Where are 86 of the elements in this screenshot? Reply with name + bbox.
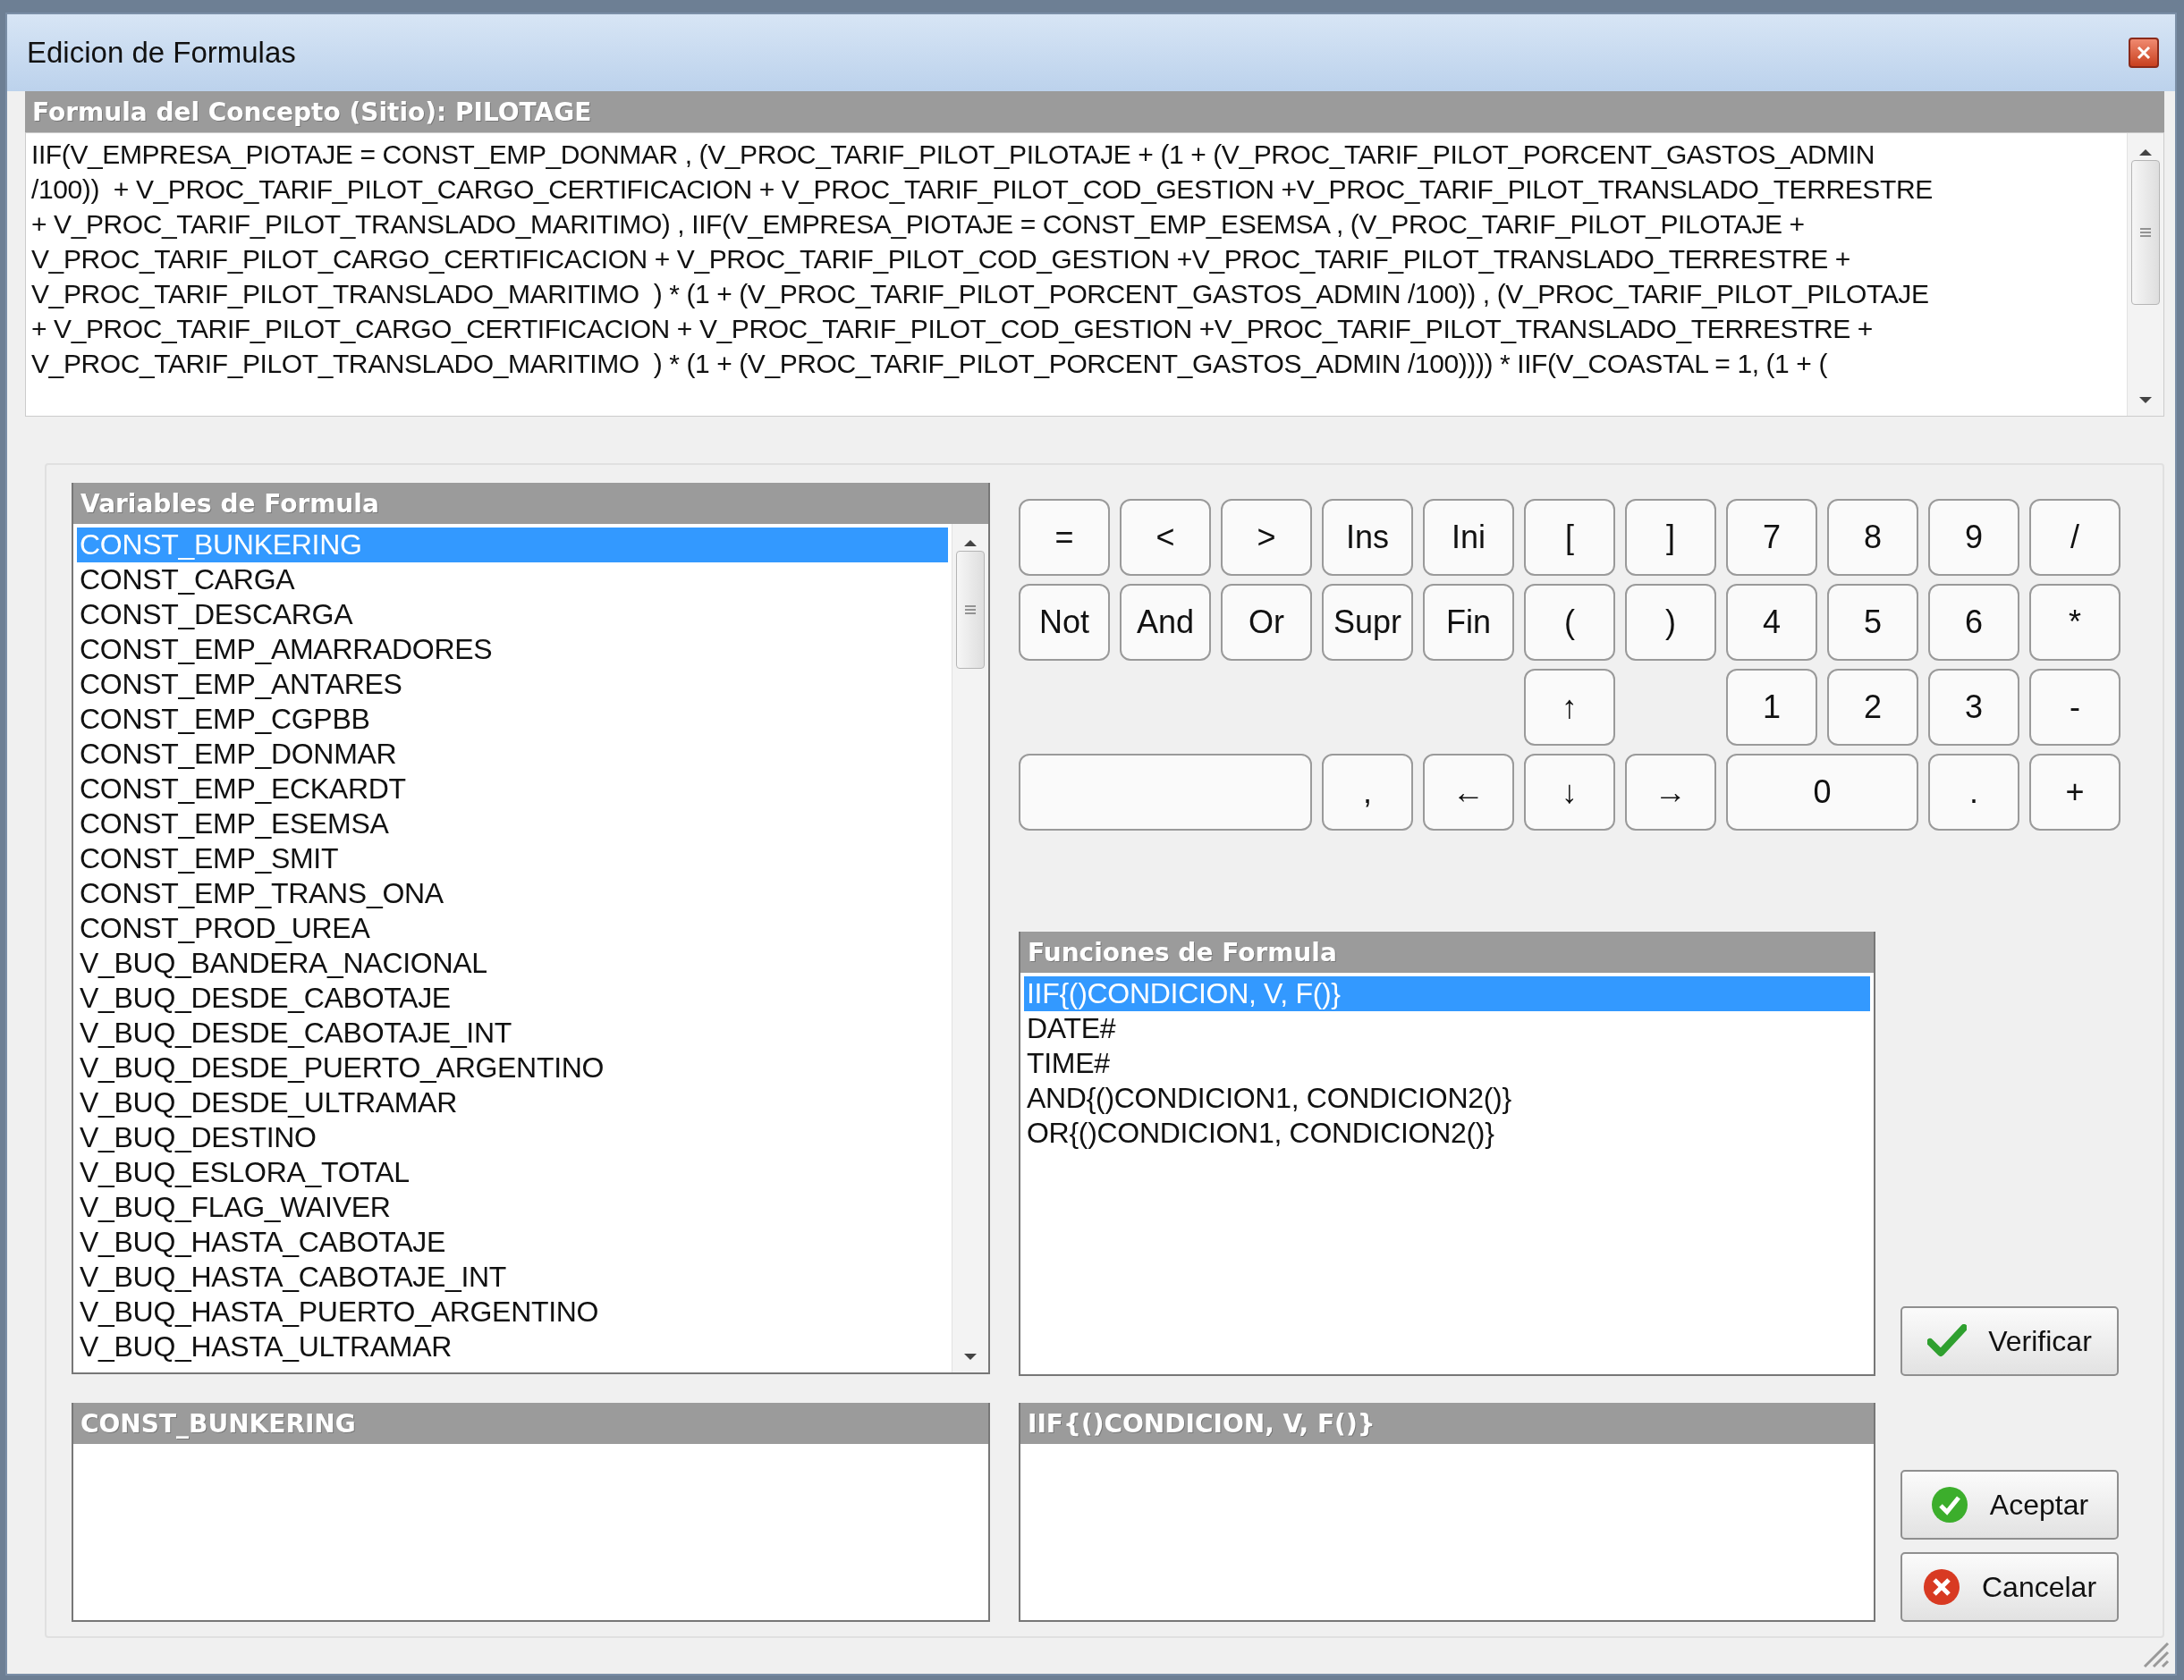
scrollbar-thumb[interactable] [2131,160,2160,305]
keypad-key[interactable]: 3 [1928,669,2019,746]
keypad-key[interactable]: Not [1019,584,1110,661]
check-icon [1927,1324,1968,1358]
function-item[interactable]: AND{()CONDICION1, CONDICION2()} [1024,1081,1870,1116]
keypad-key[interactable]: Or [1221,584,1312,661]
formula-editor[interactable] [25,132,2164,417]
variable-item[interactable]: CONST_EMP_TRANS_ONA [77,876,948,911]
keypad-key[interactable]: And [1120,584,1211,661]
variable-item[interactable]: V_BUQ_BANDERA_NACIONAL [77,946,948,981]
variable-item[interactable]: V_BUQ_HASTA_ULTRAMAR [77,1330,948,1364]
variable-item[interactable]: CONST_EMP_SMIT [77,841,948,876]
keypad-key[interactable]: Fin [1423,584,1514,661]
down-arrow-icon[interactable] [2138,396,2153,405]
close-icon [2136,45,2152,61]
keypad-key[interactable]: 7 [1726,499,1817,576]
keypad-key[interactable]: 0 [1726,754,1918,831]
up-arrow-icon[interactable] [963,538,978,547]
check-circle-icon [1930,1486,1968,1524]
keypad-key[interactable]: 9 [1928,499,2019,576]
keypad-key[interactable]: Ini [1423,499,1514,576]
variable-item[interactable]: CONST_EMP_AMARRADORES [77,632,948,667]
keypad-key[interactable]: ( [1524,584,1615,661]
blank-key[interactable] [1019,754,1312,831]
variable-item[interactable]: CONST_CARGA [77,562,948,597]
down-arrow-icon[interactable] [963,1353,978,1362]
keypad-key[interactable]: Ins [1322,499,1413,576]
functions-header: Funciones de Formula [1020,932,1874,973]
variable-item[interactable]: CONST_EMP_ANTARES [77,667,948,702]
cancel-circle-icon [1922,1568,1960,1606]
keypad-key[interactable]: + [2029,754,2121,831]
keypad-key[interactable]: [ [1524,499,1615,576]
variable-item[interactable]: V_BUQ_HASTA_PUERTO_ARGENTINO [77,1295,948,1330]
function-detail-header: IIF{()CONDICION, V, F()} [1020,1403,1874,1444]
keypad-key[interactable]: 1 [1726,669,1817,746]
variables-header: Variables de Formula [73,483,988,524]
keypad-key[interactable]: Supr [1322,584,1413,661]
variable-item[interactable]: V_BUQ_DESDE_CABOTAJE [77,981,948,1016]
function-item[interactable]: DATE# [1024,1011,1870,1046]
keypad-key[interactable]: * [2029,584,2121,661]
variable-item[interactable]: CONST_EMP_ESEMSA [77,806,948,841]
scrollbar-thumb[interactable] [956,551,985,669]
keypad-key[interactable]: ) [1625,584,1716,661]
keypad-key[interactable]: < [1120,499,1211,576]
variable-item[interactable]: CONST_EMP_DONMAR [77,737,948,772]
keypad-key[interactable]: 8 [1827,499,1918,576]
keypad-key[interactable]: > [1221,499,1312,576]
variable-item[interactable]: V_BUQ_DESDE_PUERTO_ARGENTINO [77,1051,948,1085]
cancel-button[interactable]: Cancelar [1900,1552,2119,1622]
variable-item[interactable]: CONST_EMP_CGPBB [77,702,948,737]
keypad-key[interactable]: , [1322,754,1413,831]
keypad-key[interactable]: / [2029,499,2121,576]
variable-item[interactable]: V_BUQ_DESDE_CABOTAJE_INT [77,1016,948,1051]
close-button[interactable] [2129,38,2159,68]
keypad-key[interactable]: 5 [1827,584,1918,661]
keypad-key[interactable]: → [1625,754,1716,831]
variable-item[interactable]: V_BUQ_HASTA_CABOTAJE_INT [77,1260,948,1295]
variable-item[interactable]: V_BUQ_HASTA_CABOTAJE [77,1225,948,1260]
scrollbar[interactable] [2127,133,2163,416]
keypad-key[interactable]: ↑ [1524,669,1615,746]
formula-header: Formula del Concepto (Sitio): PILOTAGE [25,91,2164,132]
variable-item[interactable]: CONST_DESCARGA [77,597,948,632]
variable-item[interactable]: V_BUQ_DESDE_ULTRAMAR [77,1085,948,1120]
variable-item[interactable]: CONST_EMP_ECKARDT [77,772,948,806]
keypad-key[interactable]: ] [1625,499,1716,576]
function-item[interactable]: TIME# [1024,1046,1870,1081]
keypad-key[interactable]: - [2029,669,2121,746]
variable-item[interactable]: CONST_PROD_UREA [77,911,948,946]
keypad-key[interactable]: 6 [1928,584,2019,661]
variable-item[interactable]: V_BUQ_FLAG_WAIVER [77,1190,948,1225]
scrollbar[interactable] [952,524,988,1372]
formula-text: IIF(V_EMPRESA_PIOTAJE = CONST_EMP_DONMAR , (V_PROC_TARIF_PILOT_PILOTAJE + (1 + (V_PROC_TARIF_PILOT_PORCENT_GASTOS_ADMIN /100)) + V_PROC_TARIF_PILOT_CARGO_CERTIFICACION + V_PROC_TARIF_PILOT_COD_GESTION +V_PROC_TARIF_PILOT_TRANSLADO_TERRESTRE + V_PROC_TARIF_PILOT_TRANSLADO_MARITIMO) , IIF(V_EMPRESA_PIOTAJE = CONST_EMP_ESEMSA , (V_PROC_TARIF_PILOT_PILOTAJE + V_PROC_TARIF_PILOT_CARGO_CERTIFICACION + V_PROC_TARIF_PILOT_COD_GESTION +V_PROC_TARIF_PILOT_TRANSLADO_TERRESTRE + V_PROC_TARIF_PILOT_TRANSLADO_MARITIMO ) * (1 + (V_PROC_TARIF_PILOT_PORCENT_GASTOS_ADMIN /100)) , (V_PROC_TARIF_PILOT_PILOTAJE + V_PROC_TARIF_PILOT_CARGO_CERTIFICACION + V_PROC_TARIF_PILOT_COD_GESTION +V_PROC_TARIF_PILOT_TRANSLADO_TERRESTRE + V_PROC_TARIF_PILOT_TRANSLADO_MARITIMO ) * (1 + (V_PROC_TARIF_PILOT_PORCENT_GASTOS_ADMIN /100)))) * IIF(V_COASTAL = 1, (1 + ( [30,139,1934,380]
variable-item[interactable]: V_BUQ_DESTINO [77,1120,948,1155]
variable-detail-header: CONST_BUNKERING [73,1403,988,1444]
keypad-key[interactable]: . [1928,754,2019,831]
accept-button[interactable]: Aceptar [1900,1470,2119,1540]
keypad-key[interactable]: = [1019,499,1110,576]
function-item[interactable]: OR{()CONDICION1, CONDICION2()} [1024,1116,1870,1151]
up-arrow-icon[interactable] [2138,148,2153,156]
keypad-key[interactable]: 4 [1726,584,1817,661]
verify-button[interactable]: Verificar [1900,1306,2119,1376]
keypad-key[interactable]: ↓ [1524,754,1615,831]
keypad-key[interactable]: 2 [1827,669,1918,746]
variable-item[interactable]: V_BUQ_ESLORA_TOTAL [77,1155,948,1190]
keypad-key[interactable]: ← [1423,754,1514,831]
window-title: Edicion de Formulas [27,36,296,70]
